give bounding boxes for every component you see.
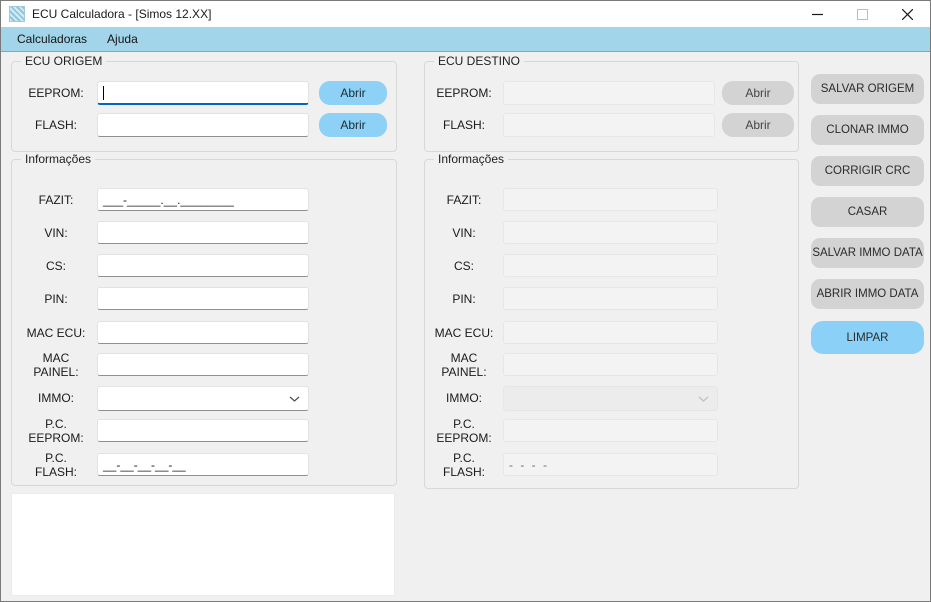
origem-eeprom-label: EEPROM: <box>16 86 96 100</box>
maximize-icon <box>857 9 868 20</box>
origem-eeprom-abrir-button[interactable]: Abrir <box>319 81 387 105</box>
origem-flash-abrir-button[interactable]: Abrir <box>319 113 387 137</box>
destino-immo-select <box>503 386 718 411</box>
origem-fazit-input[interactable]: ___-_____.__.________ <box>97 188 309 211</box>
origem-immo-label: IMMO: <box>16 391 96 405</box>
destino-pc-flash-label: P.C. FLASH: <box>427 451 501 479</box>
group-info-destino-title: Informações <box>434 152 508 167</box>
salvar-origem-button[interactable]: SALVAR ORIGEM <box>811 74 924 104</box>
origem-mac-ecu-input[interactable] <box>97 321 309 344</box>
close-icon <box>902 9 913 20</box>
origem-pc-flash-label: P.C. FLASH: <box>16 451 96 479</box>
text-caret <box>103 86 104 100</box>
app-icon <box>9 6 25 22</box>
destino-cs-input <box>503 254 718 277</box>
group-ecu-destino: ECU DESTINO EEPROM: Abrir FLASH: Abrir <box>424 61 799 152</box>
origem-pc-eeprom-input[interactable] <box>97 419 309 442</box>
close-button[interactable] <box>885 1 930 27</box>
window-controls <box>795 1 930 27</box>
origem-mac-painel-label: MAC PAINEL: <box>16 351 96 379</box>
minimize-button[interactable] <box>795 1 840 27</box>
origem-immo-select[interactable] <box>97 386 309 411</box>
origem-fazit-value: ___-_____.__.________ <box>103 193 234 207</box>
group-info-destino: Informações FAZIT: VIN: CS: PIN: MAC ECU… <box>424 159 799 489</box>
origem-cs-input[interactable] <box>97 254 309 277</box>
destino-eeprom-abrir-button: Abrir <box>722 81 794 105</box>
destino-flash-input <box>503 113 715 137</box>
origem-flash-input[interactable] <box>97 113 309 137</box>
group-info-origem-title: Informações <box>21 152 95 167</box>
app-window: ECU Calculadora - [Simos 12.XX] Calculad… <box>0 0 931 602</box>
limpar-button[interactable]: LIMPAR <box>811 321 924 354</box>
destino-fazit-input <box>503 188 718 211</box>
salvar-immo-data-button[interactable]: SALVAR IMMO DATA <box>811 238 924 268</box>
destino-pin-label: PIN: <box>427 292 501 306</box>
origem-eeprom-input[interactable] <box>97 81 309 105</box>
destino-eeprom-input <box>503 81 715 105</box>
group-info-origem: Informações FAZIT: ___-_____.__.________… <box>11 159 397 486</box>
origem-pin-input[interactable] <box>97 287 309 310</box>
origem-mac-painel-input[interactable] <box>97 353 309 376</box>
maximize-button[interactable] <box>840 1 885 27</box>
destino-flash-label: FLASH: <box>427 118 501 132</box>
menu-calculadoras[interactable]: Calculadoras <box>7 27 97 51</box>
destino-mac-painel-label: MAC PAINEL: <box>427 351 501 379</box>
minimize-icon <box>812 9 823 20</box>
titlebar: ECU Calculadora - [Simos 12.XX] <box>1 1 930 27</box>
destino-fazit-label: FAZIT: <box>427 193 501 207</box>
origem-pc-flash-value: __-__-__-__-__ <box>103 458 186 472</box>
origem-vin-label: VIN: <box>16 226 96 240</box>
destino-eeprom-label: EEPROM: <box>427 86 501 100</box>
casar-button[interactable]: CASAR <box>811 197 924 227</box>
destino-cs-label: CS: <box>427 259 501 273</box>
group-ecu-origem: ECU ORIGEM EEPROM: Abrir FLASH: Abrir <box>11 61 397 152</box>
origem-pin-label: PIN: <box>16 292 96 306</box>
destino-mac-ecu-label: MAC ECU: <box>427 326 501 340</box>
destino-vin-label: VIN: <box>427 226 501 240</box>
destino-flash-abrir-button: Abrir <box>722 113 794 137</box>
origem-pc-eeprom-label: P.C. EEPROM: <box>16 417 96 445</box>
window-title: ECU Calculadora - [Simos 12.XX] <box>32 7 211 21</box>
origem-pc-flash-input[interactable]: __-__-__-__-__ <box>97 453 309 476</box>
destino-pc-eeprom-label: P.C. EEPROM: <box>427 417 501 445</box>
origem-vin-input[interactable] <box>97 221 309 244</box>
destino-pin-input <box>503 287 718 310</box>
destino-immo-label: IMMO: <box>427 391 501 405</box>
destino-pc-flash-input: - - - - <box>503 453 718 476</box>
clonar-immo-button[interactable]: CLONAR IMMO <box>811 115 924 145</box>
menu-ajuda[interactable]: Ajuda <box>97 27 148 51</box>
group-ecu-origem-title: ECU ORIGEM <box>21 54 106 69</box>
group-ecu-destino-title: ECU DESTINO <box>434 54 524 69</box>
origem-cs-label: CS: <box>16 259 96 273</box>
menubar: Calculadoras Ajuda <box>1 27 930 52</box>
origem-mac-ecu-label: MAC ECU: <box>16 326 96 340</box>
destino-mac-ecu-input <box>503 321 718 344</box>
chevron-down-icon <box>289 396 300 402</box>
corrigir-crc-button[interactable]: CORRIGIR CRC <box>811 156 924 186</box>
origem-fazit-label: FAZIT: <box>16 193 96 207</box>
log-listbox[interactable] <box>11 493 395 596</box>
destino-vin-input <box>503 221 718 244</box>
abrir-immo-data-button[interactable]: ABRIR IMMO DATA <box>811 279 924 309</box>
destino-pc-flash-value: - - - - <box>509 458 549 472</box>
chevron-down-icon <box>698 396 709 402</box>
destino-mac-painel-input <box>503 353 718 376</box>
origem-flash-label: FLASH: <box>16 118 96 132</box>
destino-pc-eeprom-input <box>503 419 718 442</box>
